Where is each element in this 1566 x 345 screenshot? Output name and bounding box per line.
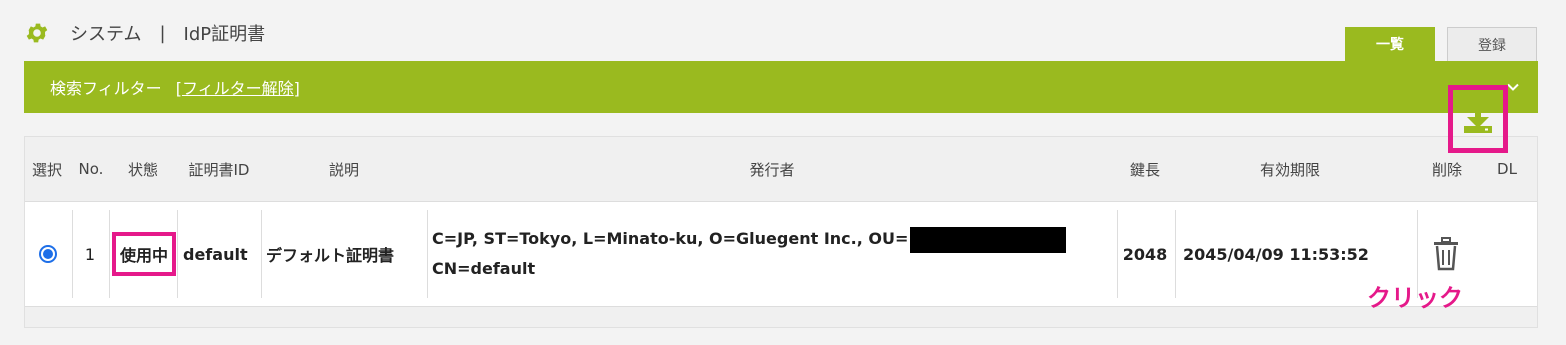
filter-clear-link[interactable]: [フィルター解除] (176, 75, 300, 99)
table-footer (25, 307, 1537, 327)
bracket-close: ] (293, 79, 300, 98)
tab-list[interactable]: 一覧 (1345, 27, 1435, 61)
filter-clear-label: フィルター解除 (181, 79, 294, 98)
table-header: 選択 No. 状態 証明書ID 説明 発行者 鍵長 有効期限 削除 DL (25, 137, 1537, 202)
gear-icon (26, 23, 48, 43)
col-status: 状態 (127, 160, 158, 179)
page-header: システム | IdP証明書 (24, 16, 265, 50)
view-tabs: 一覧 登録 (1345, 27, 1537, 61)
page-title: システム | IdP証明書 (70, 20, 265, 46)
col-no: No. (78, 160, 104, 178)
chevron-down-icon[interactable] (1506, 80, 1520, 94)
col-description: 説明 (328, 160, 359, 179)
cert-description: デフォルト証明書 (266, 246, 395, 265)
download-button[interactable] (1448, 85, 1508, 153)
breadcrumb-separator: | (159, 22, 166, 44)
certificate-table: 選択 No. 状態 証明書ID 説明 発行者 鍵長 有効期限 削除 DL 1 使… (24, 136, 1538, 328)
redaction-bar (910, 226, 1067, 253)
cert-id: default (183, 244, 248, 264)
issuer-line-1: C=JP, ST=Tokyo, L=Minato-ku, O=Gluegent … (432, 229, 909, 248)
breadcrumb-section: システム (70, 24, 142, 45)
col-expiry: 有効期限 (1259, 160, 1320, 179)
tab-register[interactable]: 登録 (1447, 27, 1537, 61)
col-key-length: 鍵長 (1129, 160, 1160, 179)
breadcrumb-page: IdP証明書 (183, 24, 266, 45)
issuer-line-2: CN=default (432, 259, 536, 278)
issuer-cell: C=JP, ST=Tokyo, L=Minato-ku, O=Gluegent … (432, 210, 1112, 298)
click-annotation: クリック (1367, 284, 1463, 312)
search-filter-bar[interactable]: 検索フィルター [フィルター解除] (24, 61, 1538, 113)
table-row: 1 使用中 default デフォルト証明書 C=JP, ST=Tokyo, L… (25, 202, 1537, 307)
trash-icon[interactable] (1431, 237, 1461, 271)
row-select-radio[interactable] (39, 245, 57, 263)
col-cert-id: 証明書ID (188, 160, 250, 179)
key-length: 2048 (1122, 244, 1168, 264)
filter-label: 検索フィルター (50, 79, 162, 98)
download-icon (1464, 105, 1492, 133)
status-badge: 使用中 (111, 232, 176, 276)
radio-dot (43, 249, 53, 259)
col-issuer: 発行者 (749, 160, 795, 179)
row-number: 1 (84, 244, 95, 264)
col-select: 選択 (31, 160, 62, 179)
